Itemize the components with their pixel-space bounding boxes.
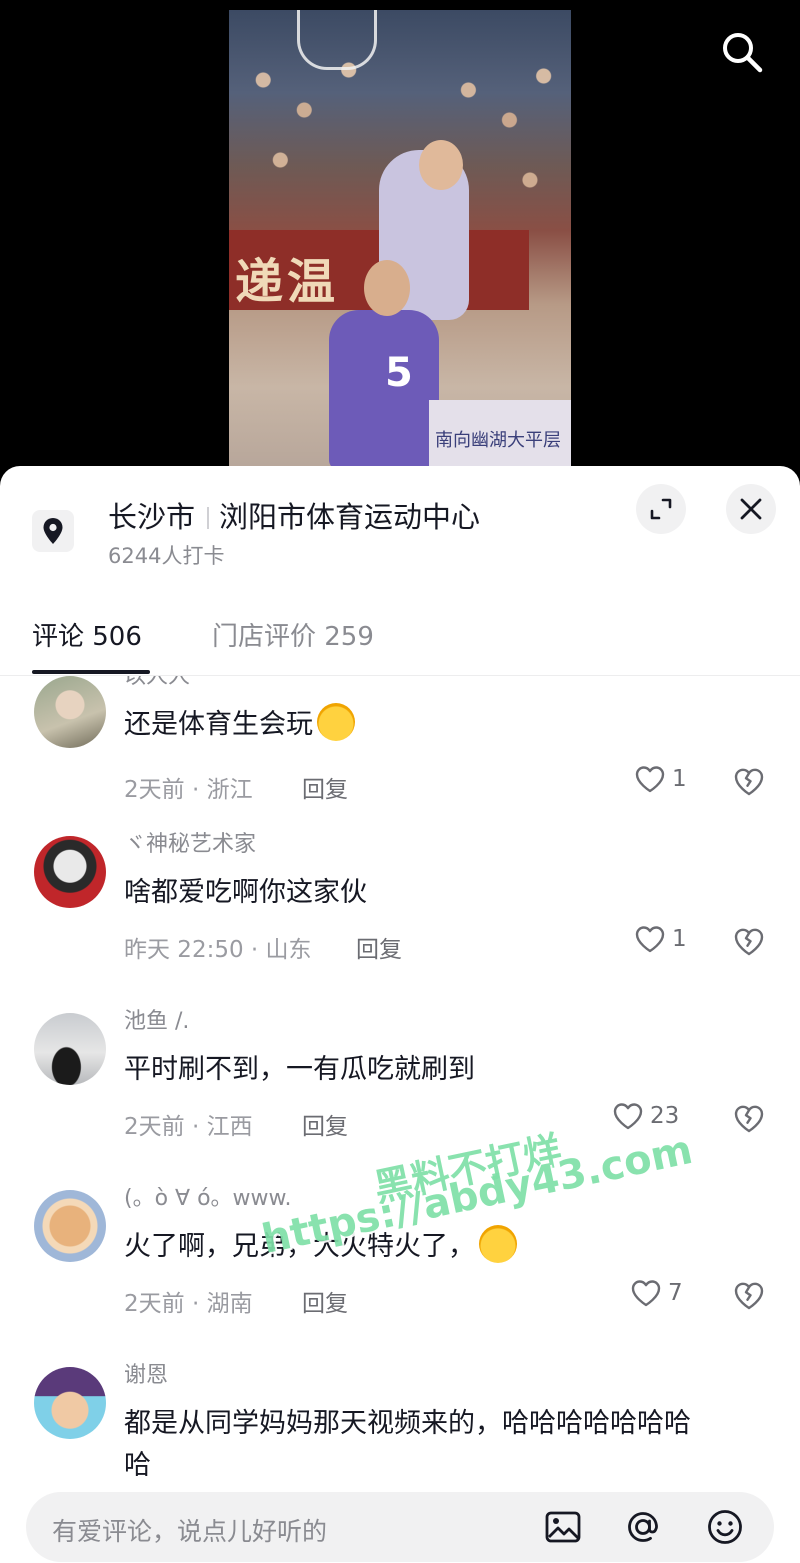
comment-text: 还是体育生会玩 <box>124 702 355 741</box>
comment-username[interactable]: 以人人 <box>124 676 190 690</box>
video-jersey-number: 5 <box>385 350 413 396</box>
comment-text: 啥都爱吃啊你这家伙 <box>124 877 367 908</box>
comment-meta: 昨天 22:50 · 山东 <box>124 937 312 963</box>
comment-avatar[interactable] <box>34 676 106 748</box>
broken-heart-icon <box>734 768 764 796</box>
video-ad-board-text: 南向幽湖大平层 <box>435 430 561 451</box>
comment-reply-button[interactable]: 回复 <box>302 1107 348 1141</box>
expand-icon <box>650 498 672 520</box>
at-sign-icon <box>628 1512 658 1542</box>
comment-text-line2: 哈 <box>124 1450 151 1476</box>
laugh-cry-emoji-icon <box>479 1225 517 1263</box>
search-button[interactable] <box>718 28 766 76</box>
comment-username[interactable]: ヾ神秘艺术家 <box>124 826 256 858</box>
comment-username[interactable]: 池鱼 /. <box>124 1003 189 1035</box>
location-icon-box <box>32 510 74 552</box>
comment-input-bar[interactable]: 有爱评论，说点儿好听的 <box>26 1492 774 1562</box>
comment-dislike-button[interactable] <box>732 765 766 799</box>
comment-reply-button[interactable]: 回复 <box>302 770 348 804</box>
comment-like-button[interactable]: 7 <box>630 1278 683 1308</box>
smiley-icon <box>708 1510 742 1544</box>
comment-dislike-button[interactable] <box>732 925 766 959</box>
tab-comments[interactable]: 评论 506 <box>32 616 142 653</box>
heart-icon <box>635 766 665 793</box>
comment-avatar[interactable] <box>34 1190 106 1262</box>
mention-button[interactable] <box>624 1508 662 1546</box>
comment-item: 池鱼 /. 平时刷不到，一有瓜吃就刷到 2天前 · 江西 回复 23 <box>0 1003 800 1179</box>
comment-username[interactable]: (。ò ∀ ó。www. <box>124 1180 292 1212</box>
comment-meta: 2天前 · 湖南 <box>124 1291 253 1317</box>
comment-item: 以人人 还是体育生会玩 2天前 · 浙江 回复 1 <box>0 676 800 826</box>
video-ad-board: 南向幽湖大平层 <box>429 400 571 470</box>
video-hoop <box>297 10 377 70</box>
broken-heart-icon <box>734 928 764 956</box>
heart-icon <box>635 926 665 953</box>
comment-like-count: 7 <box>668 1280 683 1306</box>
comment-like-button[interactable]: 1 <box>634 764 687 794</box>
broken-heart-icon <box>734 1105 764 1133</box>
video-frame[interactable]: 递温 5 南向幽湖大平层 <box>229 10 571 470</box>
comment-input-placeholder[interactable]: 有爱评论，说点儿好听的 <box>52 1512 327 1548</box>
search-icon <box>723 33 763 73</box>
video-player-jumping-head <box>419 140 463 190</box>
video-player[interactable]: 递温 5 南向幽湖大平层 <box>0 0 800 470</box>
comment-avatar[interactable] <box>34 1013 106 1085</box>
location-checkins: 6244人打卡 <box>108 544 225 568</box>
comment-like-count: 23 <box>650 1103 680 1129</box>
comment-sheet: 长沙市 浏阳市体育运动中心 6244人打卡 评论 506 门店评价 259 以人人… <box>0 466 800 1563</box>
heart-icon <box>613 1103 643 1130</box>
comment-avatar[interactable] <box>34 1367 106 1439</box>
image-button[interactable] <box>544 1508 582 1546</box>
expand-button[interactable] <box>636 484 686 534</box>
comment-reply-button[interactable]: 回复 <box>356 930 402 964</box>
comment-dislike-button[interactable] <box>732 1102 766 1136</box>
close-icon <box>740 498 762 520</box>
broken-heart-icon <box>734 1282 764 1310</box>
comment-like-button[interactable]: 23 <box>612 1101 679 1131</box>
tab-store-reviews[interactable]: 门店评价 259 <box>212 616 374 653</box>
video-player-standing <box>329 310 439 470</box>
location-venue: 浏阳市体育运动中心 <box>219 500 481 534</box>
location-city: 长沙市 <box>108 500 196 534</box>
comment-text: 火了啊，兄弟，大火特火了， <box>124 1224 517 1263</box>
comment-item: ヾ神秘艺术家 啥都爱吃啊你这家伙 昨天 22:50 · 山东 回复 1 <box>0 826 800 1002</box>
tab-bar: 评论 506 门店评价 259 <box>0 612 800 676</box>
tab-active-indicator <box>32 670 150 674</box>
comment-text-content: 火了啊，兄弟，大火特火了， <box>124 1231 475 1262</box>
comment-like-count: 1 <box>672 926 687 952</box>
video-banner-text: 递温 <box>235 254 340 310</box>
emoji-button[interactable] <box>706 1508 744 1546</box>
comment-username[interactable]: 谢恩 <box>124 1357 168 1389</box>
comment-text: 都是从同学妈妈那天视频来的，哈哈哈哈哈哈哈 <box>124 1408 691 1439</box>
comment-item: (。ò ∀ ó。www. 火了啊，兄弟，大火特火了， 2天前 · 湖南 回复 7 <box>0 1180 800 1356</box>
comment-reply-button[interactable]: 回复 <box>302 1284 348 1318</box>
comment-dislike-button[interactable] <box>732 1279 766 1313</box>
comment-avatar[interactable] <box>34 836 106 908</box>
comment-like-button[interactable]: 1 <box>634 924 687 954</box>
smirk-emoji-icon <box>317 703 355 741</box>
heart-icon <box>631 1280 661 1307</box>
location-pin-icon <box>43 518 63 544</box>
location-separator <box>207 507 210 529</box>
comment-meta: 2天前 · 浙江 <box>124 777 253 803</box>
comment-item: 谢恩 都是从同学妈妈那天视频来的，哈哈哈哈哈哈哈 哈 <box>0 1357 800 1476</box>
image-icon <box>545 1511 581 1543</box>
comment-text: 平时刷不到，一有瓜吃就刷到 <box>124 1054 475 1085</box>
comment-like-count: 1 <box>672 766 687 792</box>
video-player-standing-head <box>364 260 410 316</box>
comment-meta: 2天前 · 江西 <box>124 1114 253 1140</box>
comment-text-content: 还是体育生会玩 <box>124 709 313 740</box>
location-title[interactable]: 长沙市 浏阳市体育运动中心 <box>108 494 480 536</box>
close-button[interactable] <box>726 484 776 534</box>
comment-list[interactable]: 以人人 还是体育生会玩 2天前 · 浙江 回复 1 ヾ神秘艺术家 啥都爱吃啊你这… <box>0 676 800 1476</box>
